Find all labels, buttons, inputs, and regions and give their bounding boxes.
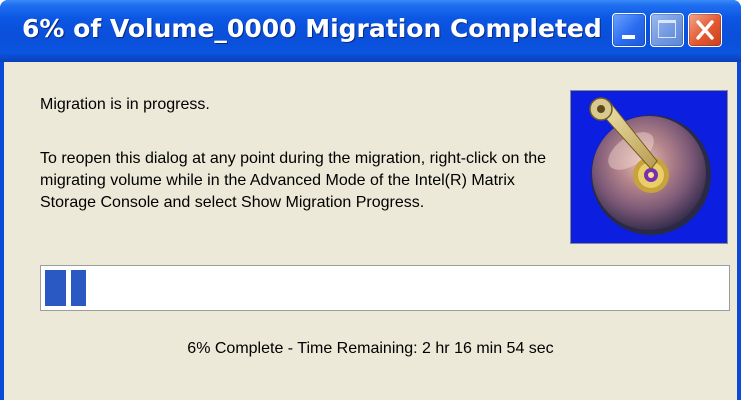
- migration-progress-dialog: 6% of Volume_0000 Migration Completed Mi…: [0, 0, 741, 400]
- title-bar[interactable]: 6% of Volume_0000 Migration Completed: [0, 0, 741, 62]
- minimize-icon: [622, 35, 635, 39]
- hard-disk-picture: [570, 90, 728, 244]
- progress-status-text: 6% Complete - Time Remaining: 2 hr 16 mi…: [187, 340, 554, 357]
- progress-fill: [45, 270, 86, 306]
- close-icon: [696, 20, 714, 40]
- minimize-button[interactable]: [612, 13, 646, 47]
- hard-disk-icon: [589, 97, 711, 235]
- instructions-text: To reopen this dialog at any point durin…: [40, 150, 547, 211]
- close-button[interactable]: [688, 13, 722, 47]
- window-title: 6% of Volume_0000 Migration Completed: [22, 14, 602, 43]
- dialog-body: Migration is in progress. To reopen this…: [4, 62, 737, 400]
- maximize-icon: [658, 20, 676, 38]
- status-message: Migration is in progress.: [40, 96, 210, 113]
- migration-progress-bar: [40, 265, 730, 311]
- maximize-button: [650, 13, 684, 47]
